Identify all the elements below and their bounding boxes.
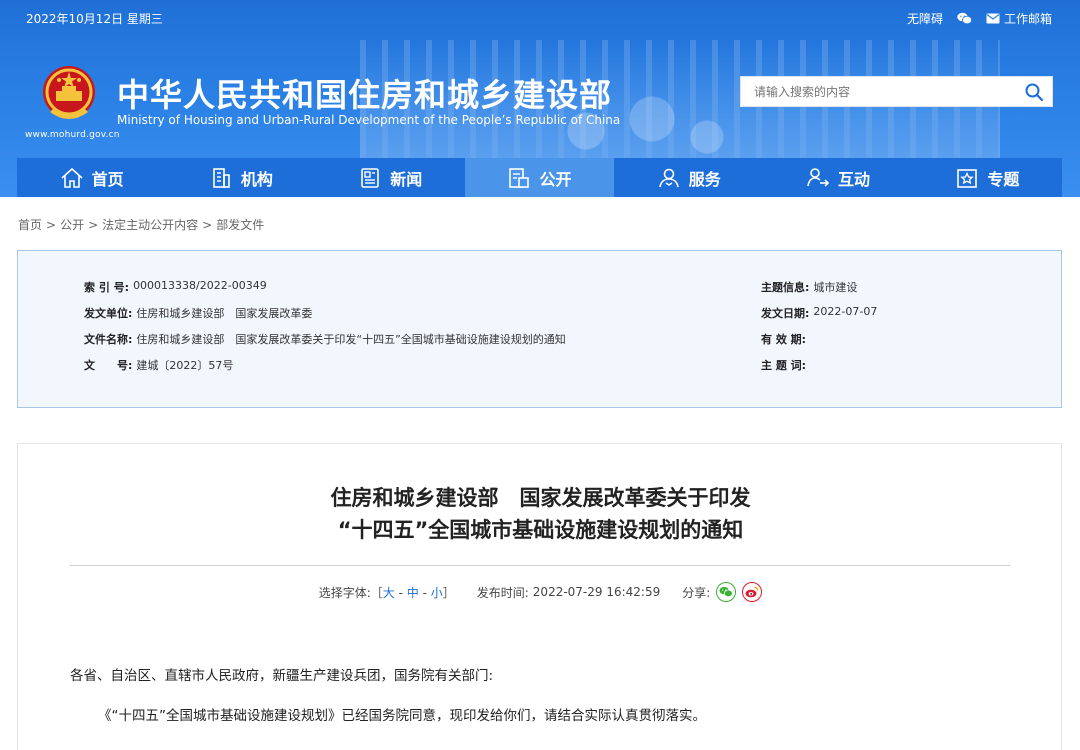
wechat-icon <box>957 12 972 25</box>
nav-label: 专题 <box>987 169 1020 189</box>
nav-item-organization[interactable]: 机构 <box>166 158 315 197</box>
breadcrumb-department-docs[interactable]: 部发文件 <box>216 218 264 232</box>
article-meta: 选择字体:［大 - 中 - 小］ 发布时间: 2022-07-29 16:42:… <box>18 582 1063 602</box>
info-issuer-label: 发文单位: <box>84 307 133 320</box>
info-docno: 文 号: 建城〔2022〕57号 <box>84 357 233 373</box>
info-subject-label: 主 题 词: <box>761 359 807 372</box>
font-size-label: 选择字体:［ <box>318 585 383 600</box>
wechat-link[interactable] <box>957 12 972 25</box>
article-title-line2: “十四五”全国城市基础设施建设规划的通知 <box>337 518 744 542</box>
site-subtitle: Ministry of Housing and Urban-Rural Deve… <box>117 113 621 127</box>
interact-icon <box>807 167 830 187</box>
font-large-button[interactable]: 大 <box>383 586 395 600</box>
nav-label: 机构 <box>240 169 273 189</box>
main-nav: 首页 机构 新闻 公开 服务 互动 专题 <box>17 158 1062 197</box>
title-divider <box>70 565 1010 566</box>
open-icon <box>509 167 530 188</box>
info-date-value: 2022-07-07 <box>813 305 878 318</box>
info-docname: 文件名称: 住房和城乡建设部 国家发展改革委关于印发“十四五”全国城市基础设施建… <box>84 331 566 347</box>
info-date-label: 发文日期: <box>761 307 810 320</box>
site-title: 中华人民共和国住房和城乡建设部 <box>117 76 613 114</box>
article-panel: 住房和城乡建设部 国家发展改革委关于印发 “十四五”全国城市基础设施建设规划的通… <box>17 443 1062 750</box>
article-title-line1: 住房和城乡建设部 国家发展改革委关于印发 <box>330 486 751 510</box>
work-email-link[interactable]: 工作邮箱 <box>986 10 1052 27</box>
breadcrumb-open[interactable]: 公开 <box>60 218 84 232</box>
search-box <box>740 76 1053 107</box>
info-docname-label: 文件名称: <box>84 333 133 346</box>
info-issuer-value: 住房和城乡建设部 国家发展改革委 <box>136 307 313 320</box>
top-links: 无障碍 工作邮箱 <box>907 10 1052 27</box>
search-input[interactable] <box>741 77 1011 106</box>
info-validity-label: 有 效 期: <box>761 333 807 346</box>
share-wechat-button[interactable] <box>716 582 737 602</box>
breadcrumb-legal-content[interactable]: 法定主动公开内容 <box>102 218 198 232</box>
nav-label: 新闻 <box>390 169 423 189</box>
info-docno-value: 建城〔2022〕57号 <box>136 359 234 372</box>
info-topic: 主题信息: 城市建设 <box>761 279 857 295</box>
info-topic-value: 城市建设 <box>813 281 858 294</box>
share-label: 分享: <box>682 585 711 600</box>
info-validity: 有 效 期: <box>761 331 810 347</box>
article-salutation: 各省、自治区、直辖市人民政府，新疆生产建设兵团，国务院有关部门: <box>70 668 494 684</box>
info-issuer: 发文单位: 住房和城乡建设部 国家发展改革委 <box>84 305 312 321</box>
weibo-icon <box>745 586 759 598</box>
info-topic-label: 主题信息: <box>761 281 810 294</box>
font-medium-button[interactable]: 中 <box>407 586 419 600</box>
document-info-box: 索 引 号: 000013338/2022-00349 发文单位: 住房和城乡建… <box>17 250 1062 408</box>
info-subject: 主 题 词: <box>761 357 810 373</box>
share-weibo-button[interactable] <box>742 582 763 602</box>
info-date: 发文日期: 2022-07-07 <box>761 305 877 321</box>
mail-icon <box>986 13 1000 24</box>
nav-label: 公开 <box>539 169 572 189</box>
building-icon <box>213 167 230 188</box>
publish-label: 发布时间: <box>476 585 529 600</box>
wechat-icon <box>719 586 734 598</box>
breadcrumb-home[interactable]: 首页 <box>18 218 42 232</box>
article-paragraph-1: 《“十四五”全国城市基础设施建设规划》已经国务院同意，现印发给你们，请结合实际认… <box>98 708 706 724</box>
national-emblem-icon <box>43 66 95 119</box>
nav-item-topic[interactable]: 专题 <box>913 158 1062 197</box>
nav-item-interact[interactable]: 互动 <box>763 158 912 197</box>
info-docname-value: 住房和城乡建设部 国家发展改革委关于印发“十四五”全国城市基础设施建设规划的通知 <box>136 333 566 346</box>
nav-item-news[interactable]: 新闻 <box>316 158 465 197</box>
topic-icon <box>957 168 978 188</box>
current-date: 2022年10月12日 星期三 <box>26 12 163 26</box>
nav-item-open[interactable]: 公开 <box>464 158 615 197</box>
search-icon[interactable] <box>1024 82 1044 102</box>
nav-item-home[interactable]: 首页 <box>17 158 166 197</box>
article-title: 住房和城乡建设部 国家发展改革委关于印发 “十四五”全国城市基础设施建设规划的通… <box>18 482 1063 546</box>
info-index-label: 索 引 号: <box>84 281 130 294</box>
nav-label: 首页 <box>91 169 124 189</box>
news-icon <box>361 167 379 188</box>
publish-time: 2022-07-29 16:42:59 <box>532 585 661 599</box>
home-icon <box>61 167 83 188</box>
info-docno-label: 文 号: <box>84 359 133 372</box>
site-url: www.mohurd.gov.cn <box>25 130 120 140</box>
breadcrumb: 首页 > 公开 > 法定主动公开内容 > 部发文件 <box>18 218 265 232</box>
work-email-label: 工作邮箱 <box>1003 12 1052 26</box>
info-index: 索 引 号: 000013338/2022-00349 <box>84 279 267 295</box>
nav-label: 服务 <box>688 169 721 189</box>
accessibility-link[interactable]: 无障碍 <box>907 10 943 27</box>
font-size-selector: 选择字体:［大 - 中 - 小］ <box>318 585 455 600</box>
nav-item-service[interactable]: 服务 <box>614 158 763 197</box>
nav-label: 互动 <box>838 169 871 189</box>
service-icon <box>658 168 679 187</box>
info-index-value: 000013338/2022-00349 <box>133 279 267 292</box>
font-size-close: ］ <box>442 585 455 600</box>
font-small-button[interactable]: 小 <box>431 586 443 600</box>
